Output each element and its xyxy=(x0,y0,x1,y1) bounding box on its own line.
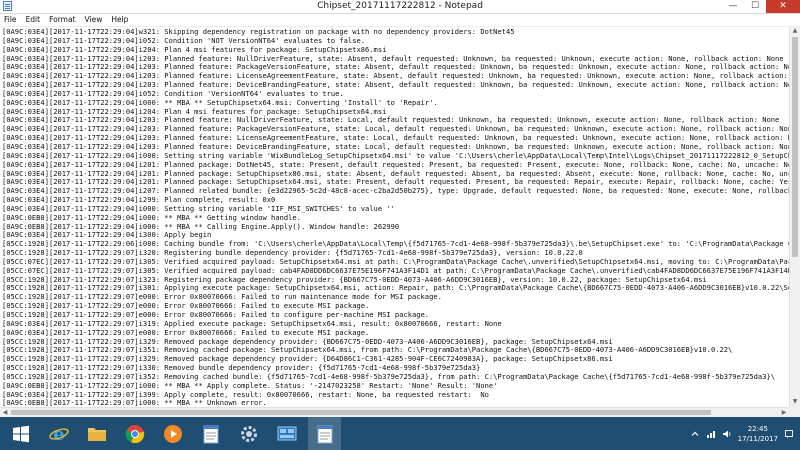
menu-view[interactable]: View xyxy=(85,14,103,26)
settings-icon[interactable] xyxy=(232,417,265,450)
maximize-button[interactable]: ☐ xyxy=(744,0,766,13)
taskbar: e 22:45 17/11/2017 xyxy=(0,417,800,450)
title-bar: Chipset_20171117222812 - Notepad — ☐ ✕ xyxy=(0,0,800,14)
vertical-scroll-thumb[interactable] xyxy=(792,37,798,257)
internet-explorer-icon[interactable]: e xyxy=(42,417,75,450)
notepad-taskbar-icon[interactable] xyxy=(194,417,227,450)
chrome-icon[interactable] xyxy=(118,417,151,450)
system-tray: 22:45 17/11/2017 xyxy=(690,417,794,450)
menu-format[interactable]: Format xyxy=(49,14,75,26)
windows-start-icon[interactable] xyxy=(4,417,37,450)
svg-text:e: e xyxy=(53,424,64,444)
horizontal-scrollbar[interactable]: ◀ ▶ xyxy=(0,407,789,417)
clock[interactable]: 22:45 17/11/2017 xyxy=(738,424,778,444)
media-player-icon[interactable] xyxy=(156,417,189,450)
menu-file[interactable]: File xyxy=(4,14,17,26)
text-editor[interactable]: [0A9C:03E4][2017-11-17T22:29:04]w321: Sk… xyxy=(0,26,789,408)
horizontal-scroll-thumb[interactable] xyxy=(11,410,711,415)
window-controls: — ☐ ✕ xyxy=(722,0,800,13)
window-title: Chipset_20171117222812 - Notepad xyxy=(317,1,483,11)
vertical-scrollbar[interactable]: ▲ ▼ xyxy=(789,26,800,407)
clock-time: 22:45 xyxy=(747,424,768,433)
generic-app-icon[interactable] xyxy=(270,417,303,450)
notepad-active-task-icon[interactable] xyxy=(308,417,341,450)
menu-help[interactable]: Help xyxy=(111,14,128,26)
scrollbar-corner xyxy=(789,407,800,417)
volume-icon[interactable] xyxy=(722,429,732,439)
scroll-up-arrow-icon[interactable]: ▲ xyxy=(790,26,800,36)
file-explorer-icon[interactable] xyxy=(80,417,113,450)
scroll-down-arrow-icon[interactable]: ▼ xyxy=(790,397,800,407)
chevron-up-icon[interactable] xyxy=(690,429,700,439)
menu-edit[interactable]: Edit xyxy=(26,14,41,26)
notification-icon[interactable] xyxy=(784,429,794,439)
minimize-button[interactable]: — xyxy=(722,0,744,13)
network-icon[interactable] xyxy=(706,429,716,439)
menu-bar: File Edit Format View Help xyxy=(0,14,800,26)
log-lines: [0A9C:03E4][2017-11-17T22:29:04]w321: Sk… xyxy=(2,27,789,408)
close-button[interactable]: ✕ xyxy=(766,0,800,13)
clock-date: 17/11/2017 xyxy=(737,434,778,443)
